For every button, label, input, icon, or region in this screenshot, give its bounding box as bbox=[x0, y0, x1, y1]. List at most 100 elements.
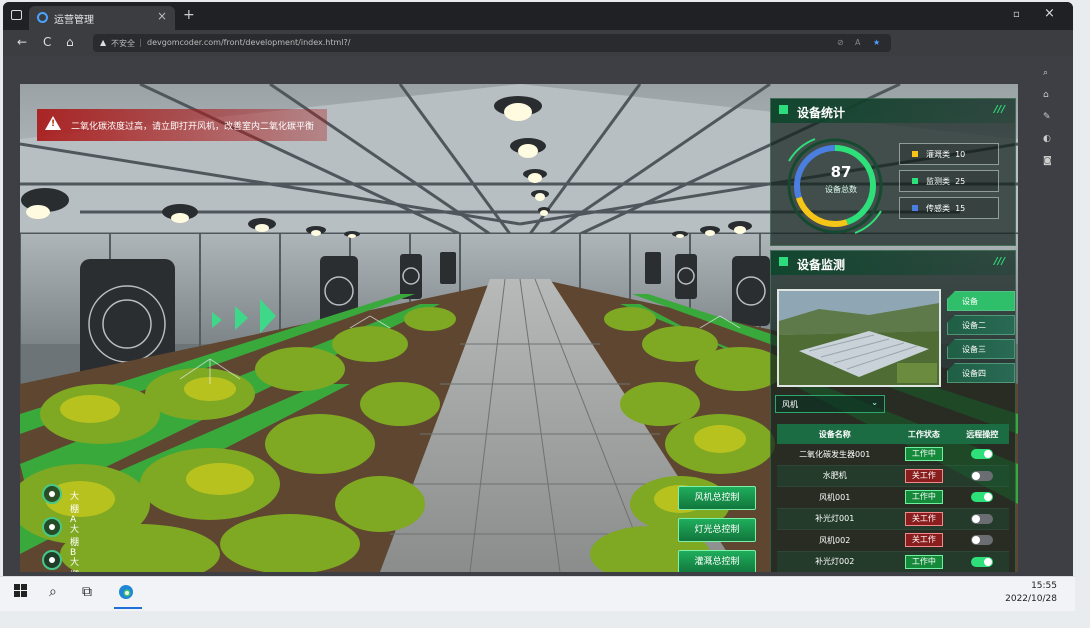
device-control-cell bbox=[955, 508, 1009, 530]
panel-marker-icon bbox=[779, 105, 788, 114]
location-icon bbox=[42, 550, 62, 570]
remote-toggle[interactable] bbox=[971, 513, 994, 524]
header-decoration: /// bbox=[994, 256, 1005, 267]
camera-tab-4[interactable]: 设备四 bbox=[947, 363, 1015, 383]
camera-tab-1[interactable]: 设备 bbox=[947, 291, 1015, 311]
col-work-status: 工作状态 bbox=[892, 424, 956, 444]
device-type-value: 风机 bbox=[782, 400, 798, 409]
device-status-cell: 工作中 bbox=[892, 551, 956, 572]
device-status-cell: 工作中 bbox=[892, 486, 956, 509]
device-total-label: 设备总数 bbox=[825, 185, 857, 194]
device-control-cell bbox=[955, 444, 1009, 466]
tools-icon[interactable]: ✎ bbox=[1043, 112, 1051, 122]
window-menu-icon[interactable] bbox=[11, 10, 22, 20]
active-app-indicator bbox=[114, 607, 142, 609]
table-row: 补光灯002 工作中 bbox=[777, 551, 1009, 572]
taskbar: ⌕ ⧉ 15:55 2022/10/28 bbox=[0, 576, 1075, 611]
device-status-cell: 关工作 bbox=[892, 529, 956, 552]
camera-view[interactable] bbox=[777, 289, 941, 387]
fan-master-control-button[interactable]: 风机总控制 bbox=[678, 486, 756, 510]
panel-marker-icon bbox=[779, 257, 788, 266]
favorite-icon[interactable]: ★ bbox=[873, 38, 880, 47]
device-status-cell: 工作中 bbox=[892, 444, 956, 466]
status-badge: 工作中 bbox=[904, 490, 943, 505]
device-monitor-panel: 设备监测 /// 设备 设备二 设备三 设备四 风机 ⌄ 设备名称 工作状态 远… bbox=[770, 250, 1016, 572]
read-aloud-icon[interactable]: ⊘ bbox=[837, 38, 844, 47]
device-status-cell: 关工作 bbox=[892, 465, 956, 487]
device-total-value: 87 bbox=[830, 163, 852, 181]
device-stats-panel: 设备统计 /// 87 设备总数 灌溉类 10 监测类 25 传感类 15 bbox=[770, 98, 1016, 246]
legend-sensor: 传感类 15 bbox=[899, 197, 999, 219]
camera-tab-2[interactable]: 设备二 bbox=[947, 315, 1015, 335]
browser-tab[interactable]: 运营管理 × bbox=[29, 6, 175, 30]
new-tab-icon[interactable]: + bbox=[183, 7, 195, 23]
header-decoration: /// bbox=[994, 104, 1005, 115]
remote-toggle[interactable] bbox=[971, 556, 994, 567]
device-name-cell: 补光灯001 bbox=[777, 508, 893, 530]
remote-toggle[interactable] bbox=[971, 449, 994, 460]
device-table-body: 二氧化碳发生器001 工作中 水肥机 关工作 风机001 工作中 补光灯001 关工作 风机00… bbox=[777, 444, 1009, 572]
alert-text: 二氧化碳浓度过高，请立即打开风机，改善室内二氧化碳平衡 bbox=[71, 122, 315, 132]
system-clock[interactable]: 15:55 2022/10/28 bbox=[1005, 580, 1057, 606]
loading-icon bbox=[37, 12, 48, 23]
device-stats-header: 设备统计 /// bbox=[771, 99, 1015, 123]
sensor-text: 传感类 15 bbox=[926, 204, 966, 213]
shopping-icon[interactable]: ⌂ bbox=[1043, 90, 1049, 100]
remote-toggle[interactable] bbox=[971, 470, 994, 481]
greenhouse-3d-scene[interactable]: ! 二氧化碳浓度过高，请立即打开风机，改善室内二氧化碳平衡 设备统计 /// 8… bbox=[20, 84, 1018, 572]
light-master-control-button[interactable]: 灯光总控制 bbox=[678, 518, 756, 542]
legend-irrigation: 灌溉类 10 bbox=[899, 143, 999, 165]
irrigation-dot bbox=[912, 151, 918, 157]
device-name-cell: 风机002 bbox=[777, 529, 893, 552]
legend-monitor: 监测类 25 bbox=[899, 170, 999, 192]
co2-alert-banner: ! 二氧化碳浓度过高，请立即打开风机，改善室内二氧化碳平衡 bbox=[37, 109, 327, 141]
location-icon bbox=[42, 484, 62, 504]
office-icon[interactable]: ◐ bbox=[1043, 134, 1051, 144]
status-badge: 关工作 bbox=[904, 533, 943, 548]
translate-icon[interactable]: A bbox=[855, 38, 860, 47]
device-control-cell bbox=[955, 529, 1009, 552]
tab-title: 运营管理 bbox=[54, 15, 94, 26]
outlook-icon[interactable]: ◙ bbox=[1043, 156, 1052, 166]
device-monitor-header: 设备监测 /// bbox=[771, 251, 1015, 275]
irrigation-master-control-button[interactable]: 灌溉总控制 bbox=[678, 550, 756, 572]
remote-toggle[interactable] bbox=[971, 535, 994, 546]
shed-b-label: 大棚B bbox=[70, 525, 80, 558]
remote-toggle[interactable] bbox=[971, 492, 994, 503]
browser-window: 运营管理 × + ▫ × ← C ⌂ ▲ 不安全 | devgomcoder.c… bbox=[3, 2, 1073, 576]
home-icon[interactable]: ⌂ bbox=[66, 35, 74, 49]
back-icon[interactable]: ← bbox=[17, 35, 27, 49]
restore-window-icon[interactable]: ▫ bbox=[1013, 9, 1020, 20]
status-badge: 关工作 bbox=[904, 468, 943, 483]
warning-icon: ! bbox=[45, 116, 61, 130]
camera-feed-image bbox=[779, 291, 939, 385]
device-type-select[interactable]: 风机 ⌄ bbox=[775, 395, 885, 413]
device-table: 设备名称 工作状态 远程操控 二氧化碳发生器001 工作中 水肥机 关工作 风机001 工… bbox=[777, 424, 1009, 572]
security-label: 不安全 bbox=[111, 39, 135, 48]
edge-browser-icon[interactable] bbox=[118, 584, 134, 604]
device-control-cell bbox=[955, 486, 1009, 509]
url-field[interactable]: ▲ 不安全 | devgomcoder.com/front/developmen… bbox=[93, 34, 891, 52]
table-row: 风机001 工作中 bbox=[777, 486, 1009, 509]
title-bar: 运营管理 × + ▫ × bbox=[3, 2, 1073, 30]
browser-sidebar: ⌕ ⌂ ✎ ◐ ◙ bbox=[1021, 56, 1073, 576]
device-status-cell: 关工作 bbox=[892, 508, 956, 530]
task-view-icon[interactable]: ⧉ bbox=[82, 584, 92, 600]
camera-tab-3[interactable]: 设备三 bbox=[947, 339, 1015, 359]
close-window-icon[interactable]: × bbox=[1044, 6, 1055, 21]
table-row: 水肥机 关工作 bbox=[777, 465, 1009, 487]
col-device-name: 设备名称 bbox=[777, 424, 893, 444]
start-icon[interactable] bbox=[14, 584, 27, 601]
close-tab-icon[interactable]: × bbox=[157, 9, 167, 23]
reload-icon[interactable]: C bbox=[43, 35, 51, 49]
search-icon[interactable]: ⌕ bbox=[1043, 68, 1048, 78]
shed-a-label: 大棚A bbox=[70, 492, 80, 525]
device-name-cell: 二氧化碳发生器001 bbox=[777, 444, 893, 466]
device-name-cell: 补光灯002 bbox=[777, 551, 893, 572]
clock-time: 15:55 bbox=[1031, 581, 1057, 591]
device-monitor-title: 设备监测 bbox=[797, 258, 846, 272]
table-row: 补光灯001 关工作 bbox=[777, 508, 1009, 530]
location-icon bbox=[42, 517, 62, 537]
monitor-text: 监测类 25 bbox=[926, 177, 966, 186]
search-icon[interactable]: ⌕ bbox=[49, 584, 57, 600]
